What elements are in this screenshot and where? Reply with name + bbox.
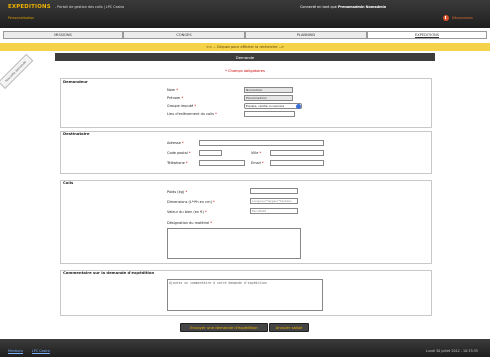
prenom-label: Prénom *: [167, 96, 184, 100]
ville-field[interactable]: [270, 150, 324, 156]
tab-expeditions[interactable]: EXPEDITIONS: [367, 31, 487, 39]
code-postal-label: Code postal *: [167, 151, 191, 155]
designation-textarea[interactable]: [167, 228, 301, 259]
telephone-field[interactable]: [199, 160, 245, 166]
nom-field: Nomadmin: [244, 87, 293, 93]
footer-link-mentions[interactable]: Mentions: [8, 349, 23, 353]
submit-request-button[interactable]: Envoyer une demande d'expédition: [180, 323, 268, 332]
dimensions-label: Dimensions (L*l*h en cm) *: [167, 200, 215, 204]
section-title-demandeur: Demandeur: [63, 79, 88, 84]
search-toggle-bar[interactable]: << -- Cliquez pour afficher la recherche…: [0, 43, 490, 51]
section-destinataire: [60, 131, 432, 174]
footer-date: Lundi 30 juillet 2012 - 10:33:35: [426, 349, 478, 353]
chevron-down-icon[interactable]: [295, 104, 301, 110]
tab-planning[interactable]: PLANNING: [245, 31, 367, 39]
valeur-field[interactable]: Facultatif: [250, 208, 298, 214]
page-title: Demande: [55, 53, 435, 61]
prenom-field: Prenomadmin: [244, 95, 293, 101]
valeur-label: Valeur du bien (en €) *: [167, 210, 207, 214]
section-title-destinataire: Destinataire: [63, 131, 90, 136]
footer-link-lpc[interactable]: LPC Castro: [32, 349, 50, 353]
app-brand[interactable]: EXPEDITIONS: [8, 4, 51, 10]
adresse-field[interactable]: [199, 140, 324, 146]
telephone-label: Téléphone *: [167, 161, 188, 165]
dimensions-field[interactable]: Longueur*largeur*hauteur: [250, 198, 298, 204]
lieu-label: Lieu d'enlèvement du colis *: [167, 112, 217, 116]
logout-link[interactable]: Déconnexion: [452, 16, 473, 20]
groupe-select[interactable]: Equipe, centre ou service: [244, 103, 302, 110]
power-icon[interactable]: [443, 15, 449, 21]
comment-textarea[interactable]: Ajoutez un commentaire à votre demande d…: [167, 279, 323, 311]
app-footer: [0, 339, 490, 357]
user-name: Prenomadmin Nomadmin: [337, 4, 387, 9]
designation-label: Désignation du matériel *: [167, 221, 213, 225]
nom-label: Nom *: [167, 88, 179, 92]
email-label: Email *: [251, 161, 264, 165]
cancel-button[interactable]: Annuler saisie: [269, 323, 309, 332]
section-title-colis: Colis: [63, 180, 74, 185]
poids-field[interactable]: [250, 188, 298, 194]
groupe-selected-value: Equipe, centre ou service: [246, 104, 285, 108]
section-title-commentaire: Commentaire sur la demande d'expédition: [63, 270, 155, 275]
groupe-label: Groupe imputé *: [167, 104, 197, 108]
email-field[interactable]: [270, 160, 324, 166]
tab-missions[interactable]: MISSIONS: [3, 31, 123, 39]
ville-label: Ville *: [251, 151, 262, 155]
code-postal-field[interactable]: [199, 150, 222, 156]
poids-label: Poids (kg) *: [167, 190, 188, 194]
connected-user: Connecté en tant que Prenomadmin Nomadmi…: [300, 5, 386, 9]
app-subtitle: - Portail de gestion des colis | LPC Cas…: [55, 4, 125, 9]
tab-conges[interactable]: CONGES: [123, 31, 245, 39]
adresse-label: Adresse *: [167, 141, 184, 145]
connected-prefix: Connecté en tant que: [300, 4, 337, 9]
personalisation-link[interactable]: Personnalisation: [8, 16, 34, 20]
lieu-field[interactable]: [244, 111, 295, 117]
required-note: * Champs obligatoires: [225, 69, 265, 73]
